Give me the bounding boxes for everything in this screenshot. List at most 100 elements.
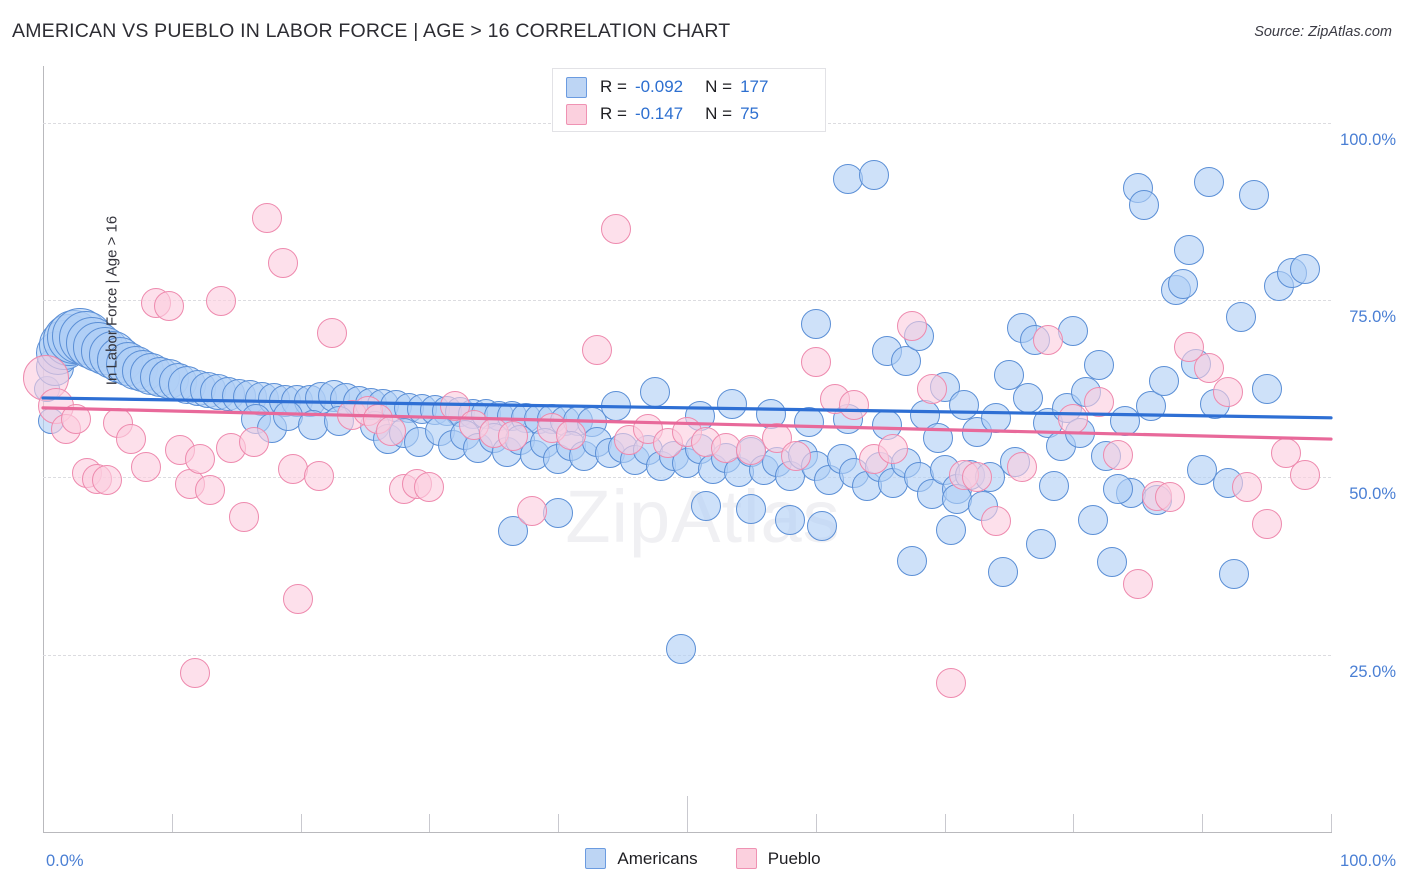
data-point-pueblo (303, 460, 334, 491)
data-point-pueblo (1212, 377, 1243, 408)
data-point-americans (1174, 235, 1205, 266)
data-point-americans (1167, 269, 1198, 300)
data-point-americans (1225, 302, 1256, 333)
data-point-pueblo (1032, 324, 1063, 355)
data-point-pueblo (936, 668, 967, 699)
stat-row-pueblo: R = -0.147 N = 75 (566, 101, 759, 127)
data-point-pueblo (1122, 568, 1153, 599)
data-point-pueblo (228, 502, 259, 533)
data-point-pueblo (556, 419, 587, 450)
n-label-americans: N = (705, 77, 733, 96)
data-point-americans (890, 346, 921, 377)
x-tick-30 (429, 814, 431, 832)
data-point-americans (1077, 504, 1108, 535)
data-point-pueblo (375, 415, 406, 446)
n-label-pueblo: N = (705, 104, 733, 123)
data-point-pueblo (185, 443, 216, 474)
data-point-pueblo (839, 390, 870, 421)
data-point-pueblo (92, 465, 123, 496)
r-value-americans: -0.092 (634, 77, 684, 96)
data-point-americans (1129, 190, 1160, 220)
x-tick-70 (944, 814, 946, 832)
data-point-pueblo (179, 658, 210, 689)
n-value-americans: 177 (740, 77, 769, 96)
source-label: Source: ZipAtlas.com (1254, 24, 1392, 40)
data-point-pueblo (800, 347, 831, 378)
series-label-pueblo: Pueblo (767, 848, 821, 868)
data-point-americans (1026, 529, 1057, 560)
y-axis-title: In Labor Force | Age > 16 (103, 215, 121, 386)
series-swatch-pueblo (735, 848, 757, 869)
data-point-americans (736, 494, 767, 525)
data-point-americans (948, 390, 979, 421)
x-tick-80 (1073, 814, 1075, 832)
data-point-americans (1039, 470, 1070, 501)
data-point-americans (1097, 547, 1128, 578)
legend-swatch-americans (566, 76, 587, 98)
data-point-americans (1290, 253, 1321, 284)
data-point-americans (981, 402, 1012, 433)
data-point-pueblo (1058, 404, 1089, 435)
x-tick-60 (815, 814, 817, 832)
x-axis-line (43, 832, 1332, 833)
data-point-americans (639, 377, 670, 408)
data-point-pueblo (205, 286, 236, 317)
series-legend: Americans Pueblo (0, 848, 1406, 869)
x-tick-90 (1202, 814, 1204, 832)
data-point-pueblo (1232, 472, 1263, 503)
data-point-pueblo (601, 214, 632, 245)
data-point-americans (987, 557, 1018, 588)
data-point-pueblo (961, 462, 992, 493)
x-tick-10 (171, 814, 173, 832)
y-tick-label-2: 50.0% (1349, 485, 1396, 504)
x-tick-100 (1331, 814, 1332, 832)
series-legend-item-americans[interactable]: Americans (585, 848, 698, 869)
data-point-pueblo (252, 202, 283, 233)
data-point-americans (1058, 316, 1089, 347)
series-legend-item-pueblo[interactable]: Pueblo (735, 848, 821, 869)
r-value-pueblo: -0.147 (634, 104, 684, 123)
r-label-pueblo: R = (600, 104, 627, 123)
data-point-pueblo (131, 452, 162, 483)
plot-area (22, 66, 1331, 832)
data-point-americans (1135, 391, 1166, 422)
series-swatch-americans (585, 848, 607, 869)
legend-swatch-pueblo (566, 103, 587, 125)
data-point-americans (717, 388, 748, 419)
data-point-americans (1013, 382, 1044, 413)
y-tick-label-1: 75.0% (1349, 308, 1396, 327)
data-point-pueblo (115, 424, 146, 455)
y-tick-label-3: 25.0% (1349, 662, 1396, 681)
data-point-pueblo (61, 404, 92, 435)
data-point-americans (1187, 455, 1218, 486)
data-point-americans (543, 497, 574, 528)
data-point-americans (601, 391, 632, 422)
data-point-pueblo (1290, 459, 1321, 490)
n-value-pueblo: 75 (740, 104, 759, 123)
data-point-pueblo (267, 248, 298, 279)
data-point-americans (923, 422, 954, 453)
data-point-pueblo (517, 496, 548, 527)
chart-root: AMERICAN VS PUEBLO IN LABOR FORCE | AGE … (0, 0, 1406, 892)
data-point-americans (794, 407, 825, 438)
x-tick-20 (300, 814, 302, 832)
data-point-pueblo (781, 441, 812, 472)
x-tick-40 (558, 814, 560, 832)
data-point-americans (858, 160, 889, 191)
data-point-pueblo (316, 317, 347, 348)
data-point-americans (936, 514, 967, 545)
x-tick-50 (687, 796, 688, 832)
data-point-pueblo (878, 434, 909, 464)
data-point-americans (775, 504, 806, 535)
data-point-americans (1219, 558, 1250, 589)
data-point-americans (800, 309, 831, 340)
data-point-americans (1148, 365, 1179, 396)
page-title: AMERICAN VS PUEBLO IN LABOR FORCE | AGE … (12, 20, 731, 42)
data-point-pueblo (239, 426, 270, 457)
data-point-pueblo (1155, 482, 1185, 513)
data-point-americans (897, 546, 928, 577)
data-point-pueblo (414, 472, 445, 503)
data-point-pueblo (498, 421, 529, 452)
data-point-pueblo (1251, 509, 1282, 540)
series-label-americans: Americans (617, 848, 698, 868)
